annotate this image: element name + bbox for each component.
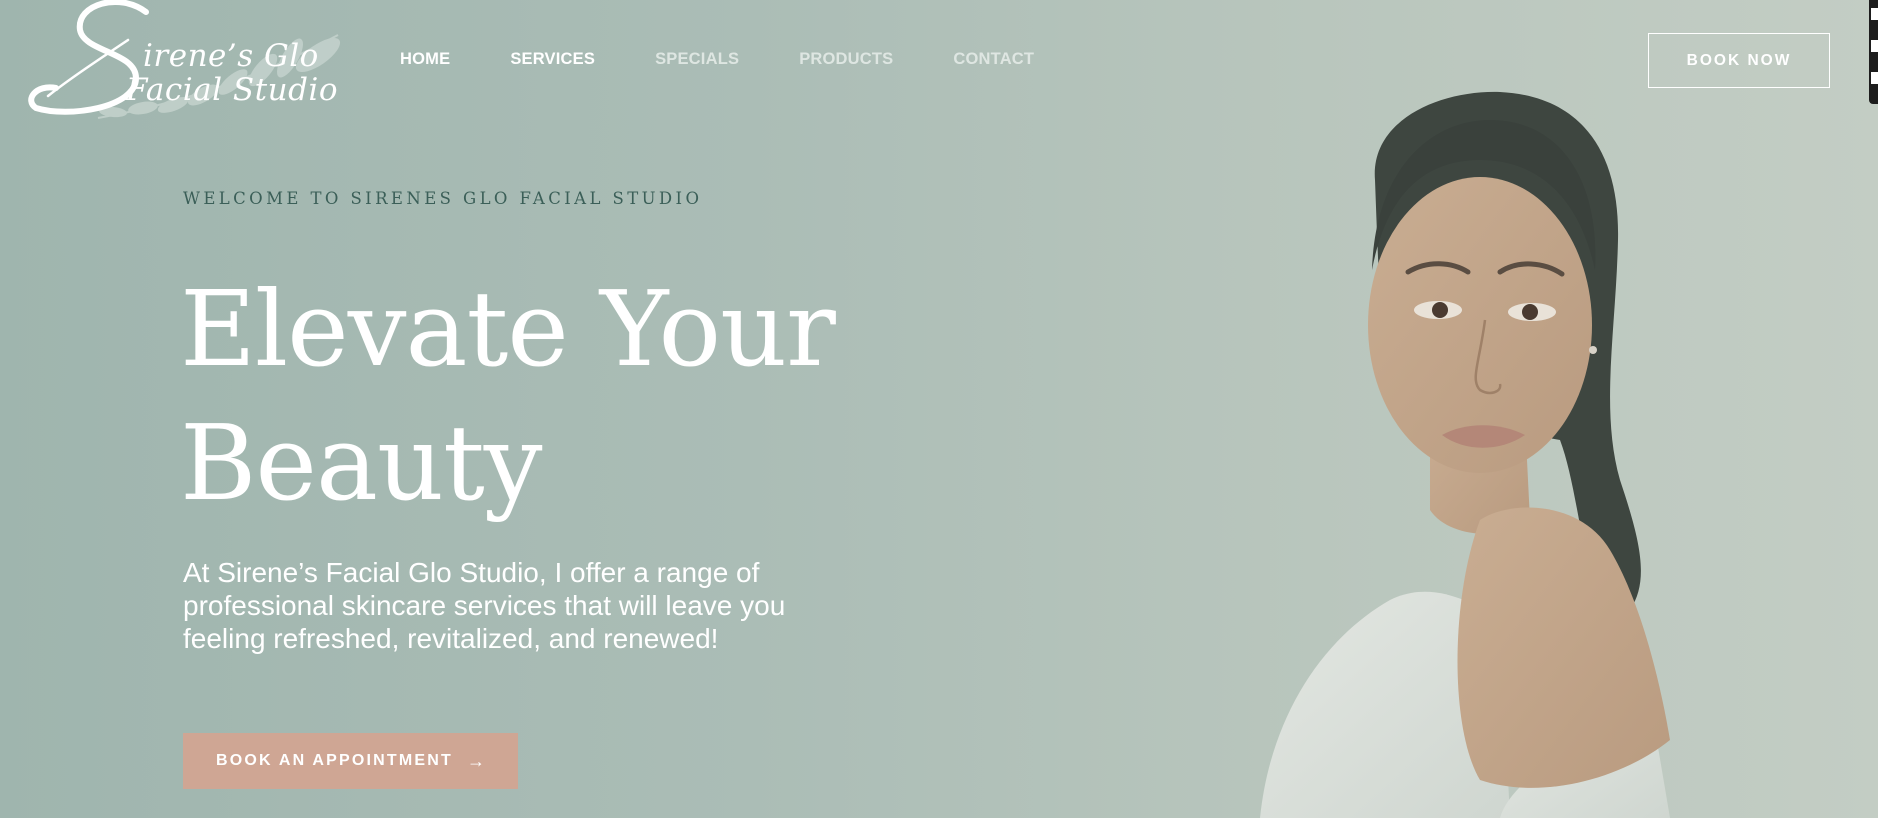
logo-text-line1: irene’s Glo bbox=[143, 38, 319, 74]
main-nav: HOME SERVICES SPECIALS PRODUCTS CONTACT bbox=[400, 50, 1094, 69]
nav-home[interactable]: HOME bbox=[400, 50, 450, 69]
cta-label: BOOK AN APPOINTMENT bbox=[215, 752, 454, 769]
nav-contact[interactable]: CONTACT bbox=[953, 50, 1034, 69]
widget-icon-3 bbox=[1871, 72, 1878, 84]
widget-icon-1 bbox=[1871, 8, 1878, 20]
logo-text-line2: Facial Studio bbox=[126, 72, 338, 108]
site-logo[interactable]: S irene’s Glo Facial Studio bbox=[28, 0, 358, 125]
widget-icon-2 bbox=[1871, 40, 1878, 52]
headline-line2: Beauty bbox=[180, 402, 543, 524]
nav-specials[interactable]: SPECIALS bbox=[655, 50, 739, 69]
arrow-right-icon: → bbox=[467, 750, 486, 771]
hero-headline: Elevate Your Beauty bbox=[180, 262, 880, 530]
side-widget[interactable] bbox=[1869, 0, 1878, 104]
model-portrait-image bbox=[1260, 91, 1670, 818]
nav-services[interactable]: SERVICES bbox=[510, 50, 595, 69]
nav-products[interactable]: PRODUCTS bbox=[799, 50, 893, 69]
hero-description: At Sirene’s Facial Glo Studio, I offer a… bbox=[183, 557, 786, 654]
headline-line1: Elevate Your bbox=[180, 268, 836, 390]
book-appointment-button[interactable]: BOOK AN APPOINTMENT → bbox=[183, 733, 518, 789]
hero-eyebrow: WELCOME TO SIRENES GLO FACIAL STUDIO bbox=[183, 189, 703, 208]
